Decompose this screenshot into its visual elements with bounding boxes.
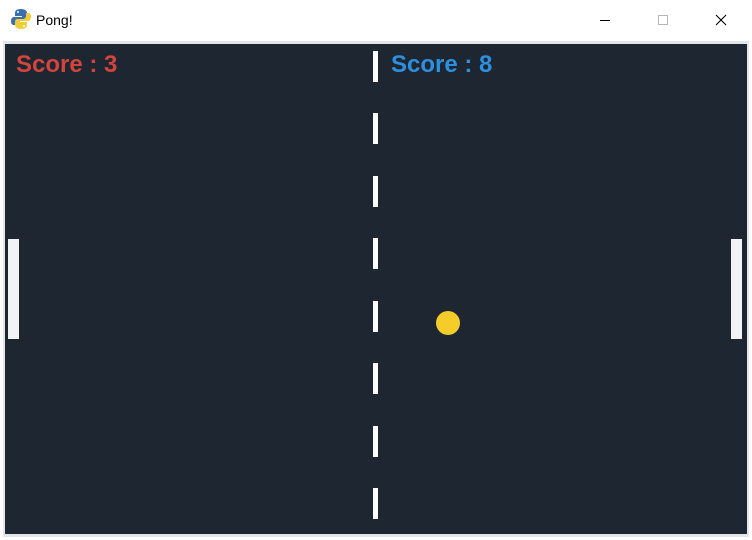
left-paddle [8, 239, 19, 339]
net-dash [373, 426, 378, 457]
net-dash [373, 238, 378, 269]
close-button[interactable] [692, 0, 750, 39]
close-icon [715, 14, 727, 25]
net-dash [373, 363, 378, 394]
net-dash [373, 176, 378, 207]
game-frame: Score : 3 Score : 8 [3, 41, 749, 537]
minimize-icon [600, 19, 610, 21]
right-score: Score : 8 [391, 51, 492, 79]
net-dash [373, 301, 378, 332]
minimize-button[interactable] [576, 0, 634, 39]
left-score-label: Score [16, 51, 83, 78]
right-score-separator: : [464, 51, 473, 78]
net-dash [373, 488, 378, 519]
left-score: Score : 3 [16, 51, 117, 79]
net-dash [373, 113, 378, 144]
python-snake-icon [11, 9, 31, 29]
right-score-label: Score [391, 51, 458, 78]
title-bar[interactable]: Pong! [0, 0, 752, 39]
net-dash [373, 51, 378, 82]
window-title: Pong! [36, 12, 73, 28]
maximize-icon [658, 14, 668, 25]
game-canvas[interactable]: Score : 3 Score : 8 [5, 44, 747, 534]
ball [436, 311, 460, 335]
app-window: Pong! Score : 3 Score: 8 [0, 0, 752, 540]
left-score-value: 3 [104, 51, 118, 78]
maximize-button[interactable] [634, 0, 692, 39]
left-score-separator: : [89, 51, 98, 78]
right-paddle [731, 239, 742, 339]
right-score-value: 8 [479, 51, 493, 78]
